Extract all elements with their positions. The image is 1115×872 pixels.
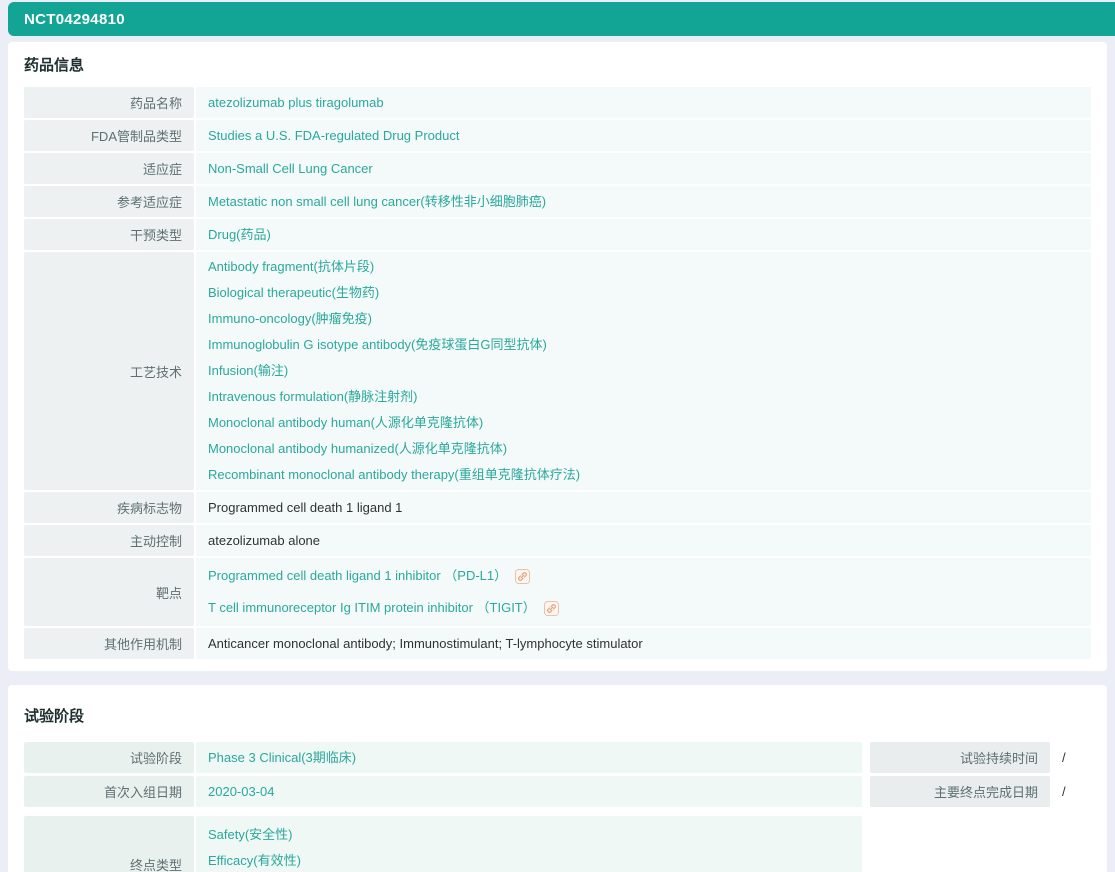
value-link[interactable]: Programmed cell death ligand 1 inhibitor… bbox=[208, 560, 1079, 592]
table-row: 适应症 Non-Small Cell Lung Cancer bbox=[24, 153, 1091, 184]
row-label: 适应症 bbox=[24, 153, 194, 184]
trial-phase-title: 试验阶段 bbox=[24, 705, 1091, 726]
value-text: Programmed cell death 1 ligand 1 bbox=[208, 495, 1079, 521]
row-value: atezolizumab alone bbox=[196, 525, 1091, 556]
row-label: 主要终点完成日期 bbox=[870, 776, 1050, 807]
value-text: Anticancer monoclonal antibody; Immunost… bbox=[208, 631, 1079, 657]
row-value: / bbox=[1052, 776, 1091, 807]
drug-info-table: 药品名称 atezolizumab plus tiragolumab FDA管制品类… bbox=[24, 87, 1091, 659]
trial-id: NCT04294810 bbox=[24, 11, 125, 28]
drug-info-card: 药品信息 药品名称 atezolizumab plus tiragolumab FD… bbox=[8, 42, 1107, 671]
row-label: 试验阶段 bbox=[24, 742, 194, 773]
row-value: Drug(药品) bbox=[196, 219, 1091, 250]
row-value: Metastatic non small cell lung cancer(转移… bbox=[196, 186, 1091, 217]
row-label: 疾病标志物 bbox=[24, 492, 194, 523]
value-link[interactable]: Phase 3 Clinical(3期临床) bbox=[208, 745, 850, 771]
trial-phase-split: 试验阶段 Phase 3 Clinical(3期临床) 首次入组日期 2020-03-… bbox=[24, 742, 1091, 807]
table-row: 干预类型 Drug(药品) bbox=[24, 219, 1091, 250]
value-link[interactable]: Immunoglobulin G isotype antibody(免疫球蛋白G… bbox=[208, 332, 1079, 358]
row-label: 终点类型 bbox=[24, 816, 194, 872]
table-row: 终点类型Safety(安全性)Efficacy(有效性) bbox=[24, 816, 862, 872]
trial-phase-card: 试验阶段 试验阶段 Phase 3 Clinical(3期临床) 首次入组日期 202… bbox=[8, 685, 1107, 872]
value-link[interactable]: atezolizumab plus tiragolumab bbox=[208, 90, 1079, 116]
row-label: 试验持续时间 bbox=[870, 742, 1050, 773]
value-link[interactable]: Monoclonal antibody human(人源化单克隆抗体) bbox=[208, 410, 1079, 436]
table-row: FDA管制品类型 Studies a U.S. FDA-regulated Dru… bbox=[24, 120, 1091, 151]
row-value: Anticancer monoclonal antibody; Immunost… bbox=[196, 628, 1091, 659]
row-label: 其他作用机制 bbox=[24, 628, 194, 659]
row-label: 主动控制 bbox=[24, 525, 194, 556]
row-label: 参考适应症 bbox=[24, 186, 194, 217]
value-link[interactable]: Metastatic non small cell lung cancer(转移… bbox=[208, 189, 1079, 215]
table-row: 试验阶段 Phase 3 Clinical(3期临床) bbox=[24, 742, 862, 773]
link-icon[interactable] bbox=[544, 601, 559, 616]
trial-id-header: NCT04294810 bbox=[8, 2, 1115, 36]
table-row: 工艺技术Antibody fragment(抗体片段)Biological th… bbox=[24, 252, 1091, 490]
value-link[interactable]: Safety(安全性) bbox=[208, 822, 850, 848]
row-value: Safety(安全性)Efficacy(有效性) bbox=[196, 816, 862, 872]
endpoint-type-table: 终点类型Safety(安全性)Efficacy(有效性) bbox=[24, 816, 862, 872]
value-link[interactable]: Intravenous formulation(静脉注射剂) bbox=[208, 384, 1079, 410]
row-value: 2020-03-04 bbox=[196, 776, 862, 807]
trial-phase-left-table: 试验阶段 Phase 3 Clinical(3期临床) 首次入组日期 2020-03-… bbox=[24, 742, 862, 807]
value-link[interactable]: T cell immunoreceptor Ig ITIM protein in… bbox=[208, 592, 1079, 624]
value-link[interactable]: Infusion(输注) bbox=[208, 358, 1079, 384]
value-link[interactable]: Drug(药品) bbox=[208, 222, 1079, 248]
table-row: 参考适应症 Metastatic non small cell lung canc… bbox=[24, 186, 1091, 217]
table-row: 试验持续时间 / bbox=[870, 742, 1091, 773]
link-icon[interactable] bbox=[515, 569, 530, 584]
row-value: atezolizumab plus tiragolumab bbox=[196, 87, 1091, 118]
value-link[interactable]: Monoclonal antibody humanized(人源化单克隆抗体) bbox=[208, 436, 1079, 462]
table-row: 靶点 Programmed cell death ligand 1 inhibit… bbox=[24, 558, 1091, 626]
value-link[interactable]: Efficacy(有效性) bbox=[208, 848, 850, 872]
row-value: / bbox=[1052, 742, 1091, 773]
table-row: 其他作用机制 Anticancer monoclonal antibody; Im… bbox=[24, 628, 1091, 659]
value-text: / bbox=[1062, 745, 1079, 771]
table-row: 主要终点完成日期 / bbox=[870, 776, 1091, 807]
value-link[interactable]: 2020-03-04 bbox=[208, 779, 850, 805]
value-link[interactable]: Non-Small Cell Lung Cancer bbox=[208, 156, 1079, 182]
value-text: atezolizumab alone bbox=[208, 528, 1079, 554]
value-link[interactable]: Biological therapeutic(生物药) bbox=[208, 280, 1079, 306]
value-text: / bbox=[1062, 779, 1079, 805]
row-label: 药品名称 bbox=[24, 87, 194, 118]
table-row: 疾病标志物 Programmed cell death 1 ligand 1 bbox=[24, 492, 1091, 523]
table-row: 药品名称 atezolizumab plus tiragolumab bbox=[24, 87, 1091, 118]
value-link[interactable]: Studies a U.S. FDA-regulated Drug Produc… bbox=[208, 123, 1079, 149]
table-row: 首次入组日期 2020-03-04 bbox=[24, 776, 862, 807]
row-value: Studies a U.S. FDA-regulated Drug Produc… bbox=[196, 120, 1091, 151]
value-link[interactable]: Immuno-oncology(肿瘤免疫) bbox=[208, 306, 1079, 332]
row-value: Programmed cell death 1 ligand 1 bbox=[196, 492, 1091, 523]
value-link[interactable]: Antibody fragment(抗体片段) bbox=[208, 254, 1079, 280]
value-link[interactable]: Recombinant monoclonal antibody therapy(… bbox=[208, 462, 1079, 488]
table-row: 主动控制 atezolizumab alone bbox=[24, 525, 1091, 556]
row-value: Non-Small Cell Lung Cancer bbox=[196, 153, 1091, 184]
row-label: 靶点 bbox=[24, 558, 194, 626]
row-value: Phase 3 Clinical(3期临床) bbox=[196, 742, 862, 773]
trial-phase-right-table: 试验持续时间 / 主要终点完成日期 / bbox=[870, 742, 1091, 807]
row-label: FDA管制品类型 bbox=[24, 120, 194, 151]
row-label: 干预类型 bbox=[24, 219, 194, 250]
row-value: Antibody fragment(抗体片段)Biological therap… bbox=[196, 252, 1091, 490]
row-label: 工艺技术 bbox=[24, 252, 194, 490]
row-label: 首次入组日期 bbox=[24, 776, 194, 807]
drug-info-title: 药品信息 bbox=[24, 54, 1091, 75]
row-value: Programmed cell death ligand 1 inhibitor… bbox=[196, 558, 1091, 626]
